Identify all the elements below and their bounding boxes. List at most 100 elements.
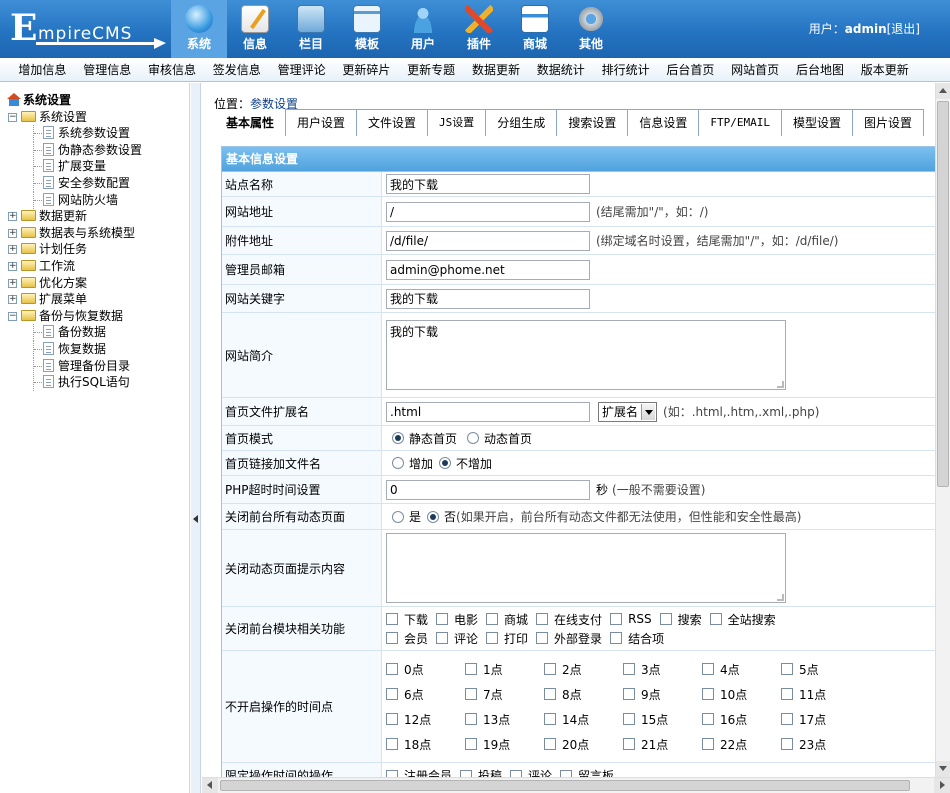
index-ext-input[interactable] xyxy=(386,401,590,422)
tree-leaf[interactable]: 网站防火墙 xyxy=(7,191,189,209)
checkbox[interactable] xyxy=(610,632,623,644)
tab-8[interactable]: 模型设置 xyxy=(780,109,853,136)
checkbox[interactable] xyxy=(386,663,398,675)
checkbox[interactable] xyxy=(465,713,477,725)
checkbox-option[interactable]: 19点 xyxy=(465,736,544,753)
checkbox-option[interactable]: 留言板 xyxy=(560,767,614,777)
checkbox[interactable] xyxy=(781,663,793,675)
checkbox-option[interactable]: 7点 xyxy=(465,686,544,703)
nav-tools[interactable]: 插件 xyxy=(451,0,507,58)
checkbox-option[interactable]: 注册会员 xyxy=(386,767,452,777)
tab-7[interactable]: FTP/EMAIL xyxy=(698,109,782,136)
quick-nav-item[interactable]: 后台首页 xyxy=(658,58,723,81)
checkbox-option[interactable]: 打印 xyxy=(486,630,528,647)
checkbox[interactable] xyxy=(544,738,556,750)
checkbox[interactable] xyxy=(702,688,714,700)
checkbox-option[interactable]: 12点 xyxy=(386,711,465,728)
checkbox[interactable] xyxy=(544,688,556,700)
expand-icon[interactable]: + xyxy=(8,245,17,255)
checkbox[interactable] xyxy=(702,713,714,725)
quick-nav-item[interactable]: 数据更新 xyxy=(464,58,529,81)
scroll-down-icon[interactable] xyxy=(936,761,950,777)
dropdown-arrow-icon[interactable] xyxy=(641,403,656,420)
quick-nav-item[interactable]: 版本更新 xyxy=(852,58,917,81)
checkbox-option[interactable]: 电影 xyxy=(436,611,478,628)
checkbox[interactable] xyxy=(623,688,635,700)
add-filename-radio[interactable] xyxy=(392,457,404,469)
checkbox-option[interactable]: 评论 xyxy=(510,767,552,777)
checkbox-option[interactable]: 3点 xyxy=(623,661,702,678)
resize-grip-icon[interactable] xyxy=(777,594,784,601)
checkbox-option[interactable]: RSS xyxy=(610,611,652,628)
checkbox[interactable] xyxy=(465,738,477,750)
checkbox-option[interactable]: 13点 xyxy=(465,711,544,728)
site-name-input[interactable] xyxy=(386,174,590,194)
tree-node[interactable]: − 备份与恢复数据 xyxy=(7,308,189,325)
checkbox-option[interactable]: 22点 xyxy=(702,736,781,753)
tab-0[interactable]: 基本属性 xyxy=(214,109,287,136)
checkbox[interactable] xyxy=(623,663,635,675)
tree-leaf[interactable]: 备份数据 xyxy=(7,324,189,342)
checkbox-option[interactable]: 15点 xyxy=(623,711,702,728)
nav-gear[interactable]: 其他 xyxy=(563,0,619,58)
expand-icon[interactable]: + xyxy=(8,228,17,238)
nav-edit-document[interactable]: 信息 xyxy=(227,0,283,58)
tab-5[interactable]: 搜索设置 xyxy=(556,109,629,136)
expand-icon[interactable]: + xyxy=(8,261,17,271)
tree-node[interactable]: + 扩展菜单 xyxy=(7,291,189,308)
tree-leaf[interactable]: 恢复数据 xyxy=(7,340,189,358)
checkbox-option[interactable]: 2点 xyxy=(544,661,623,678)
expand-icon[interactable]: + xyxy=(8,278,17,288)
quick-nav-item[interactable]: 更新专题 xyxy=(399,58,464,81)
checkbox-option[interactable]: 17点 xyxy=(781,711,860,728)
collapse-left-icon[interactable] xyxy=(193,515,198,523)
checkbox[interactable] xyxy=(623,713,635,725)
admin-email-input[interactable] xyxy=(386,259,590,280)
quick-nav-item[interactable]: 排行统计 xyxy=(593,58,658,81)
checkbox[interactable] xyxy=(510,769,523,777)
tree-node[interactable]: + 优化方案 xyxy=(7,275,189,292)
close-dynamic-no-radio[interactable] xyxy=(427,510,440,523)
checkbox[interactable] xyxy=(386,613,398,625)
checkbox-option[interactable]: 10点 xyxy=(702,686,781,703)
checkbox[interactable] xyxy=(709,613,722,625)
checkbox[interactable] xyxy=(436,632,449,644)
horizontal-scrollbar[interactable] xyxy=(202,777,950,793)
checkbox[interactable] xyxy=(386,632,398,644)
checkbox-option[interactable]: 11点 xyxy=(781,686,860,703)
checkbox[interactable] xyxy=(536,632,549,644)
close-dynamic-yes-radio[interactable] xyxy=(392,510,404,523)
checkbox[interactable] xyxy=(386,738,398,750)
checkbox-option[interactable]: 结合项 xyxy=(610,630,664,647)
checkbox[interactable] xyxy=(781,738,793,750)
checkbox[interactable] xyxy=(623,738,635,750)
checkbox-option[interactable]: 0点 xyxy=(386,661,465,678)
checkbox[interactable] xyxy=(386,688,398,700)
checkbox-option[interactable]: 搜索 xyxy=(659,611,702,628)
tab-2[interactable]: 文件设置 xyxy=(356,109,429,136)
expand-icon[interactable]: + xyxy=(8,212,17,222)
quick-nav-item[interactable]: 审核信息 xyxy=(140,58,205,81)
checkbox-option[interactable]: 9点 xyxy=(623,686,702,703)
checkbox[interactable] xyxy=(702,663,714,675)
checkbox-option[interactable]: 18点 xyxy=(386,736,465,753)
tree-leaf[interactable]: 执行SQL语句 xyxy=(7,374,189,392)
checkbox-option[interactable]: 20点 xyxy=(544,736,623,753)
checkbox[interactable] xyxy=(610,613,623,625)
checkbox-option[interactable]: 在线支付 xyxy=(536,611,602,628)
checkbox-option[interactable]: 8点 xyxy=(544,686,623,703)
tab-3[interactable]: JS设置 xyxy=(427,109,487,136)
tab-4[interactable]: 分组生成 xyxy=(485,109,558,136)
checkbox-option[interactable]: 商城 xyxy=(486,611,528,628)
checkbox[interactable] xyxy=(486,613,499,625)
quick-nav-item[interactable]: 后台地图 xyxy=(788,58,853,81)
logout-link[interactable]: [退出] xyxy=(887,22,920,36)
resize-grip-icon[interactable] xyxy=(777,381,784,388)
tab-9[interactable]: 图片设置 xyxy=(851,109,924,136)
tree-node[interactable]: + 计划任务 xyxy=(7,241,189,258)
tree-leaf[interactable]: 安全参数配置 xyxy=(7,174,189,192)
tab-1[interactable]: 用户设置 xyxy=(285,109,358,136)
checkbox-option[interactable]: 全站搜索 xyxy=(709,611,776,628)
checkbox-option[interactable]: 外部登录 xyxy=(536,630,602,647)
checkbox[interactable] xyxy=(486,632,499,644)
